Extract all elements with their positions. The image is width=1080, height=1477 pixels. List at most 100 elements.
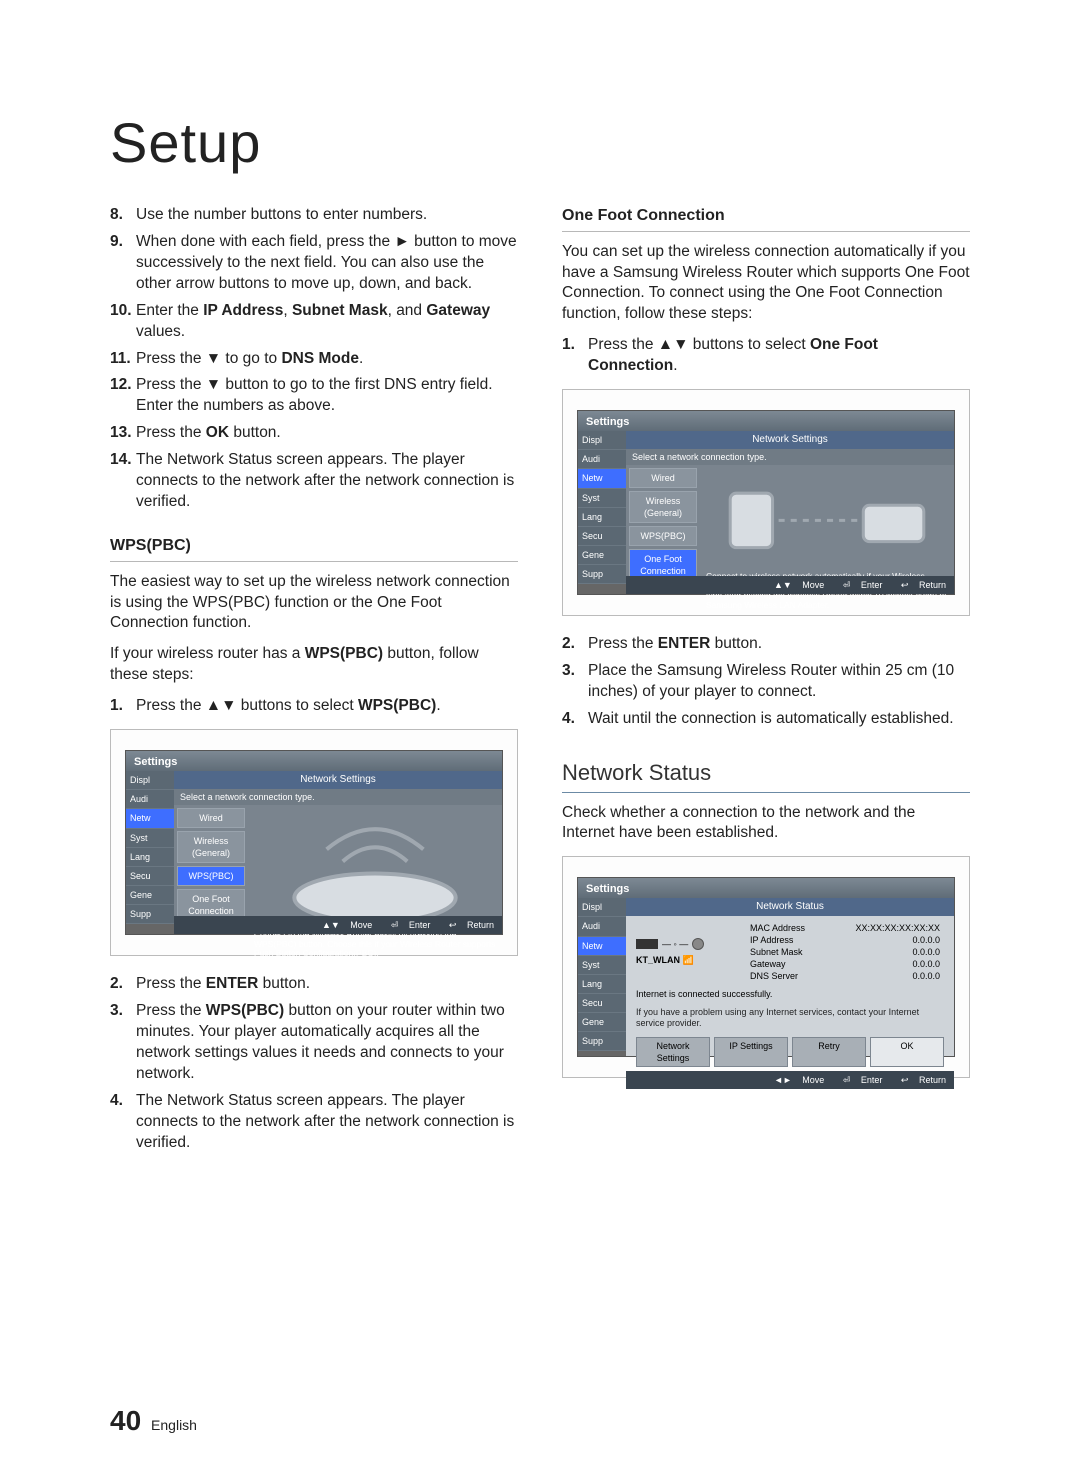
left-column: 8. Use the number buttons to enter numbe… (110, 205, 518, 1437)
status-row: MAC AddressXX:XX:XX:XX:XX:XX (746, 922, 944, 934)
t: Press the (136, 975, 206, 992)
net-name: KT_WLAN 📶 (636, 954, 746, 966)
step-num: 8. (110, 205, 136, 226)
wps-intro2: If your wireless router has a WPS(PBC) b… (110, 644, 518, 686)
step-num: 10. (110, 301, 136, 343)
divider (562, 231, 970, 232)
wps-steps: 1. Press the ▲▼ buttons to select WPS(PB… (110, 696, 518, 717)
t: If your wireless router has a (110, 645, 305, 662)
shot-side-item: Syst (578, 489, 626, 508)
move-hint: ◄► Move (766, 1075, 824, 1085)
shot-nav-bar: ▲▼ Move ⏎ Enter ↩ Return (626, 576, 954, 594)
shot-side-item: Secu (578, 527, 626, 546)
step-text: Press the WPS(PBC) button on your router… (136, 1001, 518, 1085)
t: Enter the (136, 302, 203, 319)
status-row: DNS Server0.0.0.0 (746, 970, 944, 982)
status-row: IP Address0.0.0.0 (746, 934, 944, 946)
shot-desc-text: Connect to the Wireless Router easily by… (254, 930, 496, 959)
step-text: Enter the IP Address, Subnet Mask, and G… (136, 301, 518, 343)
return-hint: ↩ Return (893, 1075, 946, 1085)
enter-hint: ⏎ Enter (835, 580, 883, 590)
shot-side-item: Supp (578, 565, 626, 584)
shot-side-item: Netw (578, 469, 626, 488)
shot-options: WiredWireless (General)WPS(PBC)One Foot … (174, 805, 248, 961)
step-text: Place the Samsung Wireless Router within… (588, 661, 970, 703)
wps-intro: The easiest way to set up the wireless n… (110, 572, 518, 635)
step-num: 1. (562, 335, 588, 377)
bold: ENTER (658, 635, 711, 652)
divider (110, 561, 518, 562)
shot-side-item: Displ (578, 898, 626, 917)
shot-side-item: Audi (578, 917, 626, 936)
bold: Subnet Mask (292, 302, 388, 319)
shot-side-item: Gene (126, 886, 174, 905)
move-hint: ▲▼ Move (766, 580, 824, 590)
ofc-screenshot: Settings DisplAudiNetwSystLangSecuGeneSu… (577, 410, 955, 595)
wps-after-steps: 2. Press the ENTER button. 3. Press the … (110, 974, 518, 1153)
step-text: When done with each field, press the ► b… (136, 232, 518, 295)
step-num: 14. (110, 450, 136, 513)
step-num: 13. (110, 423, 136, 444)
t: . (359, 350, 363, 367)
t: . (436, 697, 440, 714)
t: Press the ▲▼ buttons to select (136, 697, 358, 714)
step-text: Press the ENTER button. (136, 974, 518, 995)
t: button. (229, 424, 281, 441)
shot-side-item: Displ (126, 771, 174, 790)
t: . (673, 357, 677, 374)
network-status-heading: Network Status (562, 758, 970, 788)
status-screenshot-wrap: Settings DisplAudiNetwSystLangSecuGeneSu… (562, 856, 970, 1078)
page-lang: English (151, 1417, 197, 1433)
shot-nav-bar: ▲▼ Move ⏎ Enter ↩ Return (174, 916, 502, 934)
shot-side-item: Supp (126, 905, 174, 924)
step-num: 4. (562, 709, 588, 730)
shot-subtitle: Select a network connection type. (626, 449, 954, 465)
page-footer: 40 English (110, 1405, 197, 1437)
t: Press the ▼ to go to (136, 350, 281, 367)
enter-hint: ⏎ Enter (835, 1075, 883, 1085)
shot-panel-title: Network Settings (174, 771, 502, 789)
status-screenshot: Settings DisplAudiNetwSystLangSecuGeneSu… (577, 877, 955, 1057)
ofc-after-steps: 2. Press the ENTER button. 3. Place the … (562, 634, 970, 730)
bold: WPS(PBC) (206, 1002, 284, 1019)
status-msg2: If you have a problem using any Internet… (626, 1003, 954, 1033)
shot-side-item: Displ (578, 431, 626, 450)
step-text: Press the ▼ button to go to the first DN… (136, 375, 518, 417)
step-num: 2. (562, 634, 588, 655)
shot-side-menu: DisplAudiNetwSystLangSecuGeneSupp (126, 771, 174, 924)
shot-side-menu: DisplAudiNetwSystLangSecuGeneSupp (578, 431, 626, 584)
shot-side-item: Netw (126, 809, 174, 828)
wps-screenshot-wrap: Settings DisplAudiNetwSystLangSecuGeneSu… (110, 729, 518, 956)
status-msg1: Internet is connected successfully. (626, 985, 954, 1004)
t: button. (258, 975, 310, 992)
step-text: The Network Status screen appears. The p… (136, 1091, 518, 1154)
status-button: Retry (792, 1037, 866, 1067)
t: Press the (136, 1002, 206, 1019)
status-table: MAC AddressXX:XX:XX:XX:XX:XXIP Address0.… (746, 922, 944, 983)
t: Press the (136, 424, 206, 441)
status-row: Gateway0.0.0.0 (746, 958, 944, 970)
t: Press the (588, 635, 658, 652)
status-button: Network Settings (636, 1037, 710, 1067)
shot-subtitle: Select a network connection type. (174, 789, 502, 805)
step-text: Press the ENTER button. (588, 634, 970, 655)
step-text: Wait until the connection is automatical… (588, 709, 970, 730)
step-num: 1. (110, 696, 136, 717)
ofc-screenshot-wrap: Settings DisplAudiNetwSystLangSecuGeneSu… (562, 389, 970, 616)
move-hint: ▲▼ Move (314, 920, 372, 930)
connection-diagram: — ◦ — KT_WLAN 📶 (636, 938, 746, 966)
router-icon (254, 809, 496, 930)
step-text: Press the ▼ to go to DNS Mode. (136, 349, 518, 370)
router-pair-icon (706, 469, 948, 572)
enter-hint: ⏎ Enter (383, 920, 431, 930)
step-text: Press the OK button. (136, 423, 518, 444)
shot-nav-bar: ◄► Move ⏎ Enter ↩ Return (626, 1071, 954, 1089)
shot-panel-title: Network Status (626, 898, 954, 916)
shot-option: Wired (177, 808, 245, 828)
ofc-intro: You can set up the wireless connection a… (562, 242, 970, 326)
shot-option: Wired (629, 468, 697, 488)
t: , (283, 302, 292, 319)
shot-side-item: Secu (578, 994, 626, 1013)
shot-panel-title: Network Settings (626, 431, 954, 449)
ofc-heading: One Foot Connection (562, 205, 970, 227)
